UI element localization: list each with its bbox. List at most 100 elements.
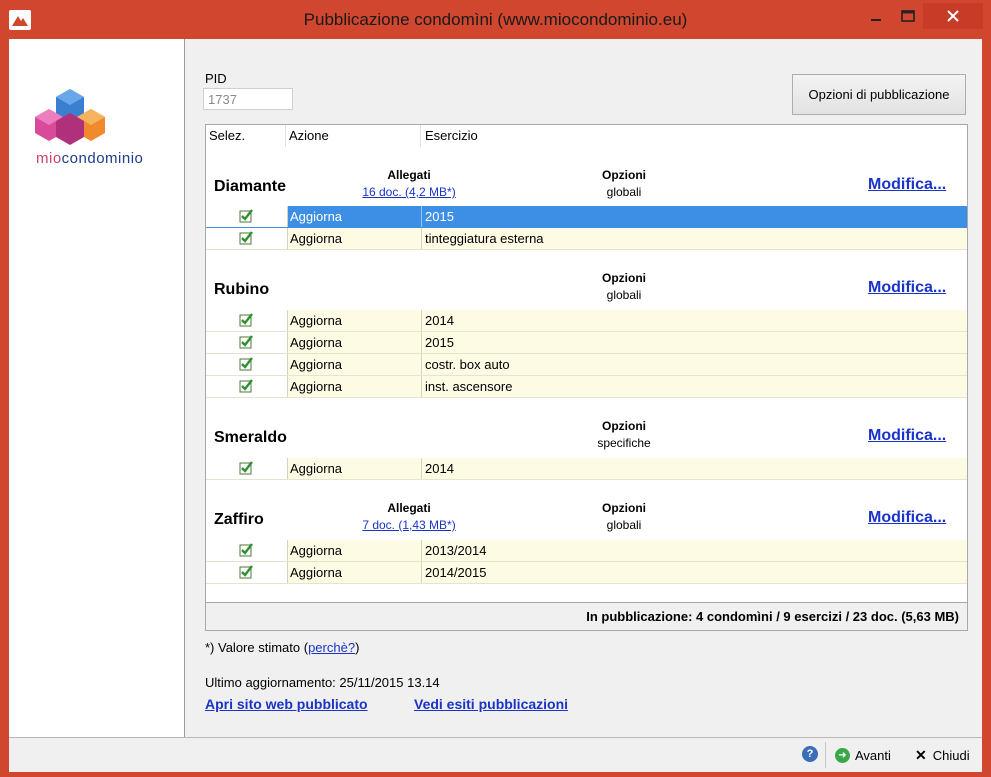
group-header-smeraldo: Smeraldo Opzioni specifiche Modifica... (206, 398, 967, 460)
note-suffix: ) (355, 640, 360, 655)
table-row[interactable]: Aggiorna 2014 (206, 310, 967, 332)
arrow-right-icon: ➜ (835, 747, 850, 763)
table-row[interactable]: Aggiorna 2014 (206, 458, 967, 480)
why-link[interactable]: perchè? (308, 640, 355, 655)
select-cell[interactable] (206, 458, 288, 479)
title-bar[interactable]: Pubblicazione condomìni (www.miocondomin… (1, 1, 990, 39)
header-selez[interactable]: Selez. (209, 128, 245, 143)
next-button[interactable]: ➜ Avanti (835, 745, 891, 765)
cell-divider (421, 332, 422, 353)
esercizio-cell: 2014 (425, 461, 454, 476)
allegati-link[interactable]: 7 doc. (1,43 MB*) (329, 518, 489, 532)
esercizio-cell: costr. box auto (425, 357, 510, 372)
azione-cell: Aggiorna (290, 543, 343, 558)
summary-text: In pubblicazione: 4 condomìni / 9 eserci… (586, 609, 959, 624)
table-row[interactable]: Aggiorna inst. ascensore (206, 376, 967, 398)
group-header-zaffiro: Zaffiro Allegati 7 doc. (1,43 MB*) Opzio… (206, 480, 967, 542)
allegati-label: Allegati (387, 501, 431, 515)
esercizio-cell: tinteggiatura esterna (425, 231, 544, 246)
summary-bar: In pubblicazione: 4 condomìni / 9 eserci… (205, 602, 968, 631)
select-cell[interactable] (206, 376, 288, 397)
cell-divider (421, 310, 422, 331)
logo-text-condominio: condominio (61, 150, 144, 167)
checkmark-icon[interactable] (239, 460, 254, 475)
publication-grid: Selez. Azione Esercizio Diamante Allegat… (205, 124, 968, 631)
cell-divider (421, 354, 422, 375)
modify-link[interactable]: Modifica... (868, 509, 946, 527)
azione-cell: Aggiorna (290, 357, 343, 372)
select-cell[interactable] (206, 310, 288, 331)
view-results-link[interactable]: Vedi esiti pubblicazioni (414, 696, 568, 712)
select-cell[interactable] (206, 562, 288, 583)
azione-cell: Aggiorna (290, 379, 343, 394)
checkmark-icon[interactable] (239, 378, 254, 393)
table-row[interactable]: Aggiorna 2015 (206, 206, 967, 228)
allegati-link[interactable]: 16 doc. (4,2 MB*) (329, 185, 489, 199)
select-cell[interactable] (206, 206, 288, 227)
table-row[interactable]: Aggiorna 2014/2015 (206, 562, 967, 584)
cell-divider (421, 458, 422, 479)
esercizio-cell: 2013/2014 (425, 543, 487, 558)
cell-divider (421, 562, 422, 583)
close-button[interactable]: ✕ Chiudi (915, 745, 970, 765)
azione-cell: Aggiorna (290, 231, 343, 246)
group-name: Smeraldo (214, 429, 287, 446)
esercizio-cell: 2014/2015 (425, 565, 487, 580)
group-name: Zaffiro (214, 511, 264, 528)
grid-header: Selez. Azione Esercizio (206, 125, 967, 147)
modify-link[interactable]: Modifica... (868, 279, 946, 297)
miocondominio-logo (35, 87, 105, 153)
header-divider (285, 125, 286, 147)
checkmark-icon[interactable] (239, 542, 254, 557)
opzioni-value: globali (606, 185, 642, 199)
checkmark-icon[interactable] (239, 356, 254, 371)
help-icon[interactable]: ? (802, 746, 818, 762)
close-window-button[interactable] (923, 3, 983, 29)
table-row[interactable]: Aggiorna costr. box auto (206, 354, 967, 376)
azione-cell: Aggiorna (290, 335, 343, 350)
next-label: Avanti (855, 747, 891, 763)
close-icon: ✕ (915, 746, 927, 763)
note-prefix: *) Valore stimato ( (205, 640, 309, 655)
close-label: Chiudi (932, 747, 970, 763)
allegati-label: Allegati (387, 168, 431, 182)
logo-text-mio: mio (36, 150, 62, 167)
checkmark-icon[interactable] (239, 312, 254, 327)
select-cell[interactable] (206, 332, 288, 353)
opzioni-value: globali (606, 518, 642, 532)
select-cell[interactable] (206, 354, 288, 375)
checkmark-icon[interactable] (239, 208, 254, 223)
table-row[interactable]: Aggiorna 2015 (206, 332, 967, 354)
checkmark-icon[interactable] (239, 334, 254, 349)
modify-link[interactable]: Modifica... (868, 176, 946, 194)
checkmark-icon[interactable] (239, 230, 254, 245)
table-row[interactable]: Aggiorna 2013/2014 (206, 540, 967, 562)
pid-field[interactable]: 1737 (203, 88, 293, 110)
table-row[interactable]: Aggiorna tinteggiatura esterna (206, 228, 967, 250)
logo-pane: miocondominio (9, 39, 185, 737)
app-window: Pubblicazione condomìni (www.miocondomin… (0, 0, 991, 777)
opzioni-label: Opzioni (602, 168, 646, 182)
esercizio-cell: 2014 (425, 313, 454, 328)
window-title: Pubblicazione condomìni (www.miocondomin… (303, 10, 688, 29)
group-header-diamante: Diamante Allegati 16 doc. (4,2 MB*) Opzi… (206, 147, 967, 208)
checkmark-icon[interactable] (239, 564, 254, 579)
header-esercizio[interactable]: Esercizio (425, 128, 478, 143)
publish-options-button[interactable]: Opzioni di pubblicazione (792, 74, 966, 115)
azione-cell: Aggiorna (290, 209, 343, 224)
header-divider (420, 125, 421, 147)
client-area: miocondominio PID 1737 Opzioni di pubbli… (9, 39, 982, 737)
last-update: Ultimo aggiornamento: 25/11/2015 13.14 (205, 675, 440, 690)
select-cell[interactable] (206, 540, 288, 561)
modify-link[interactable]: Modifica... (868, 427, 946, 445)
esercizio-cell: inst. ascensore (425, 379, 513, 394)
group-header-rubino: Rubino Opzioni globali Modifica... (206, 250, 967, 312)
toolbar-divider (825, 742, 826, 768)
select-cell[interactable] (206, 228, 288, 249)
opzioni-value: globali (606, 288, 642, 302)
esercizio-cell: 2015 (425, 209, 454, 224)
header-azione[interactable]: Azione (289, 128, 329, 143)
azione-cell: Aggiorna (290, 565, 343, 580)
group-name: Diamante (214, 178, 287, 195)
open-site-link[interactable]: Apri sito web pubblicato (205, 696, 368, 712)
